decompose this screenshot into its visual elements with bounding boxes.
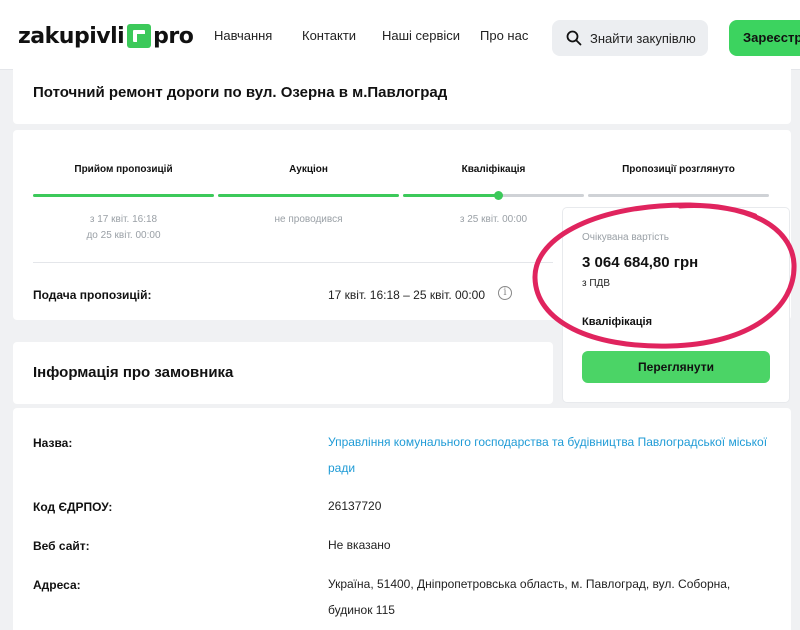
view-button[interactable]: Переглянути [582, 351, 770, 383]
stage-label-qualification: Кваліфікація [461, 164, 526, 175]
stage-date-qualification: з 25 квіт. 00:00 [459, 214, 528, 225]
find-tender-button[interactable]: Знайти закупівлю [552, 20, 708, 56]
website-value: Не вказано [328, 538, 391, 552]
stage-label-reviewed: Пропозиції розглянуто [622, 164, 735, 175]
title-card: Поточний ремонт дороги по вул. Озерна в … [13, 64, 791, 124]
stage-bar-auction [218, 194, 399, 197]
vat-note: з ПДВ [582, 278, 610, 289]
info-icon[interactable]: i [498, 286, 512, 300]
logo[interactable]: zakupivli pro [18, 22, 194, 50]
stage-label-proposals: Прийом пропозицій [74, 164, 173, 175]
stage-label-auction: Аукціон [289, 164, 328, 175]
nav-education[interactable]: Навчання [214, 28, 272, 43]
stage-date-line-1: з 17 квіт. 16:18 [89, 214, 158, 225]
customer-section-title: Інформація про замовника [33, 364, 234, 381]
customer-header-card: Інформація про замовника [13, 342, 553, 404]
edrpou-label: Код ЄДРПОУ: [33, 500, 113, 514]
logo-square-icon [127, 24, 152, 48]
stage-bar-proposals [33, 194, 214, 197]
customer-name-link[interactable]: Управління комунального господарства та … [328, 429, 768, 481]
nav-contacts[interactable]: Контакти [302, 28, 356, 43]
nav-about[interactable]: Про нас [480, 28, 528, 43]
page-title: Поточний ремонт дороги по вул. Озерна в … [33, 84, 448, 101]
edrpou-value: 26137720 [328, 499, 382, 513]
address-value: Україна, 51400, Дніпропетровська область… [328, 577, 731, 617]
address-label: Адреса: [33, 578, 81, 592]
submission-label: Подача пропозицій: [33, 288, 152, 302]
nav-services[interactable]: Наші сервіси [382, 28, 460, 43]
top-header: zakupivli pro Навчання Контакти Наші сер… [0, 0, 800, 70]
website-label: Веб сайт: [33, 539, 90, 553]
search-icon [566, 30, 582, 46]
stage-bar-qualification-rest [498, 194, 584, 197]
expected-value-amount: 3 064 684,80 грн [582, 254, 699, 271]
customer-details-card: Назва: Управління комунального господарс… [13, 408, 791, 630]
stage-progress-dot [494, 191, 503, 200]
customer-name-label: Назва: [33, 436, 73, 450]
logo-text-right: pro [153, 23, 194, 49]
stage-date-auction: не проводився [274, 214, 343, 225]
register-button[interactable]: Зареєструватися [729, 20, 800, 56]
divider [33, 262, 553, 263]
expected-value-label: Очікувана вартість [582, 232, 670, 243]
stage-bar-qualification-done [403, 194, 498, 197]
find-tender-label: Знайти закупівлю [590, 30, 696, 46]
stage-date-proposals: з 17 квіт. 16:18 до 25 квіт. 00:00 [33, 212, 214, 244]
price-card: Очікувана вартість 3 064 684,80 грн з ПД… [563, 208, 789, 402]
stage-date-line-2: до 25 квіт. 00:00 [86, 230, 161, 241]
stage-bar-reviewed [588, 194, 769, 197]
tender-status: Кваліфікація [582, 316, 653, 328]
submission-period: 17 квіт. 16:18 – 25 квіт. 00:00 [328, 288, 486, 302]
logo-text-left: zakupivli [18, 23, 125, 49]
